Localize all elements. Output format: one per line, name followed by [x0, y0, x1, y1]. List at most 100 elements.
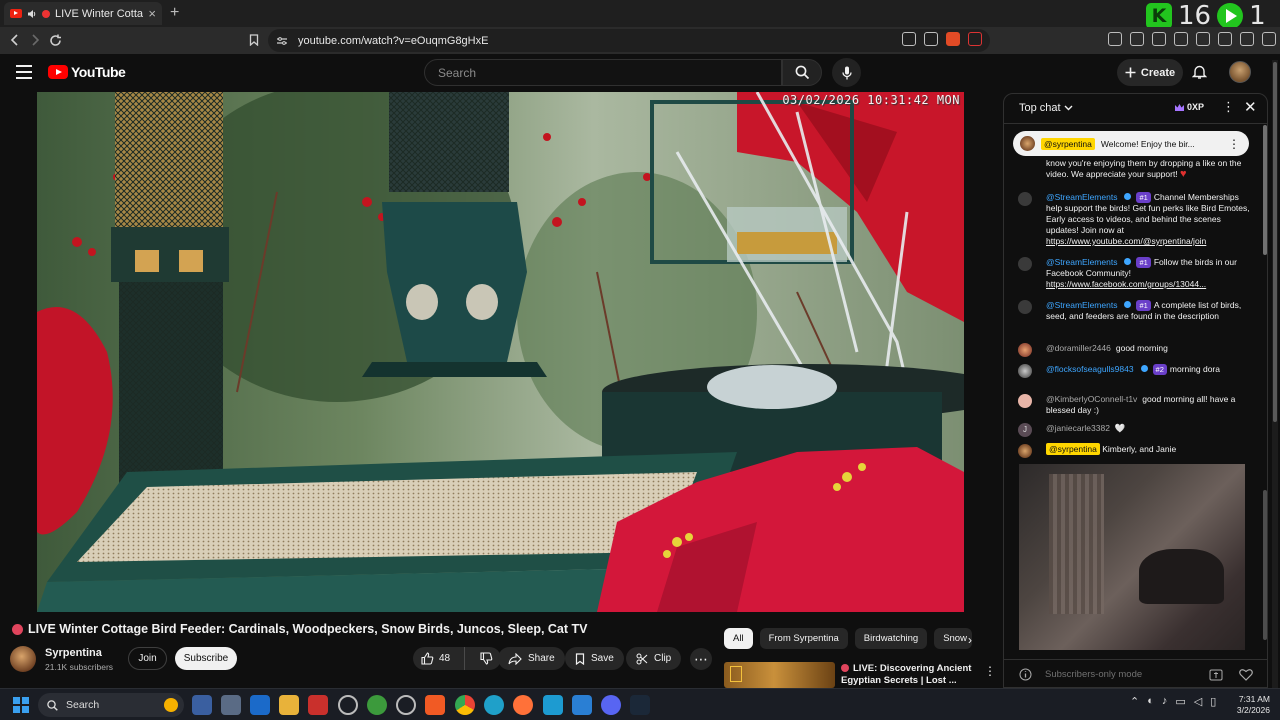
brave-browser-icon[interactable]	[425, 695, 445, 715]
vscode-icon[interactable]	[572, 695, 592, 715]
app-icon-copilot[interactable]	[192, 695, 212, 715]
message-author[interactable]: @StreamElements	[1046, 300, 1117, 310]
taskbar-clock[interactable]: 7:31 AM 3/2/2026	[1230, 694, 1270, 716]
share-button[interactable]: Share	[498, 647, 565, 670]
message-author[interactable]: @StreamElements	[1046, 192, 1117, 202]
hamburger-menu-icon[interactable]	[16, 65, 32, 79]
clip-button[interactable]: Clip	[626, 647, 682, 670]
site-info-icon[interactable]	[276, 36, 288, 46]
chat-mode-dropdown[interactable]: Top chat	[1019, 102, 1073, 114]
search-input[interactable]: Search	[424, 59, 782, 86]
app-icon-news[interactable]	[308, 695, 328, 715]
message-author[interactable]: @doramiller2446	[1046, 343, 1111, 353]
create-button[interactable]: Create	[1117, 59, 1183, 86]
rewards-icon[interactable]	[968, 32, 982, 46]
wallet-icon[interactable]	[1196, 32, 1210, 46]
recommended-video[interactable]: LIVE: Discovering Ancient Egyptian Secre…	[724, 662, 996, 688]
chip-from-channel[interactable]: From Syrpentina	[759, 628, 848, 649]
chip-birdwatching[interactable]: Birdwatching	[854, 628, 928, 649]
reload-icon[interactable]	[46, 31, 64, 49]
extensions-icon[interactable]	[1108, 32, 1122, 46]
browser-tab[interactable]: LIVE Winter Cottage Bird F ×	[4, 2, 162, 25]
channel-name[interactable]: Syrpentina	[45, 647, 102, 659]
app-icon-clock[interactable]	[338, 695, 358, 715]
owner-avatar[interactable]	[1018, 444, 1032, 458]
chat-scrollbar-lower[interactable]	[1263, 490, 1267, 640]
more-actions-button[interactable]: ⋯	[690, 648, 712, 670]
chip-all[interactable]: All	[724, 628, 753, 649]
recommended-menu-icon[interactable]: ⋮	[984, 664, 996, 678]
tray-chevron-icon[interactable]: ⌃	[1130, 695, 1139, 708]
message-author[interactable]: @StreamElements	[1046, 257, 1117, 267]
streamelements-avatar[interactable]	[1018, 300, 1032, 314]
chip-snow[interactable]: Snow	[934, 628, 973, 649]
heart-outline-icon[interactable]	[1239, 668, 1253, 681]
new-tab-button[interactable]: +	[170, 4, 179, 22]
search-button[interactable]	[782, 59, 822, 86]
video-player[interactable]: 03/02/2026 10:31:42 MON	[37, 92, 964, 612]
notifications-bell-icon[interactable]	[1192, 64, 1207, 80]
save-button[interactable]: Save	[565, 647, 624, 670]
pinned-menu-icon[interactable]: ⋮	[1228, 137, 1249, 151]
app-icon-cyan[interactable]	[543, 695, 563, 715]
menu-icon[interactable]	[1262, 32, 1276, 46]
volume-icon[interactable]: ◁	[1194, 695, 1202, 708]
chat-scrollbar-thumb[interactable]	[1263, 125, 1267, 255]
tray-mic-icon[interactable]: ♪	[1162, 695, 1168, 708]
account-avatar[interactable]	[1229, 61, 1251, 83]
page-scrollbar-thumb[interactable]	[1273, 62, 1277, 422]
like-button[interactable]: 48	[413, 647, 466, 670]
share-page-icon[interactable]	[924, 32, 938, 46]
voice-search-button[interactable]	[832, 58, 861, 87]
chrome-icon[interactable]	[455, 695, 475, 715]
recommended-thumbnail[interactable]	[724, 662, 835, 688]
firefox-icon[interactable]	[513, 695, 533, 715]
network-icon[interactable]: ▭	[1175, 695, 1185, 708]
tray-app-icon[interactable]: ◐	[1147, 695, 1154, 708]
user-avatar[interactable]: J	[1018, 423, 1032, 437]
vpn-icon[interactable]	[1240, 32, 1254, 46]
taskbar-search[interactable]: Search	[38, 693, 184, 717]
message-link[interactable]: https://www.facebook.com/groups/13044...	[1046, 279, 1206, 289]
message-author[interactable]: @flocksofseagulls9843	[1046, 364, 1134, 374]
app-icon-green[interactable]	[367, 695, 387, 715]
message-link[interactable]: https://www.youtube.com/@syrpentina/join	[1046, 236, 1206, 246]
user-avatar[interactable]	[1018, 364, 1032, 378]
leo-icon[interactable]	[1218, 32, 1232, 46]
pinned-message[interactable]: @syrpentina Welcome! Enjoy the bir... ⋮	[1013, 131, 1249, 156]
steam-icon[interactable]	[630, 695, 650, 715]
app-icon-remote[interactable]	[250, 695, 270, 715]
music-icon[interactable]	[1152, 32, 1166, 46]
close-tab-icon[interactable]: ×	[148, 6, 156, 21]
xp-badge[interactable]: 0XP	[1174, 102, 1204, 112]
chat-more-icon[interactable]: ⋮	[1222, 99, 1235, 115]
sidebar-icon[interactable]	[1174, 32, 1188, 46]
join-button[interactable]: Join	[128, 647, 167, 670]
info-icon[interactable]	[1019, 668, 1032, 681]
super-chat-icon[interactable]	[1209, 669, 1223, 681]
edge-icon[interactable]	[484, 695, 504, 715]
app-icon-gear[interactable]	[396, 695, 416, 715]
chips-next-icon[interactable]: ›	[968, 633, 972, 647]
user-avatar[interactable]	[1018, 343, 1032, 357]
app-icon-widgets[interactable]	[221, 695, 241, 715]
dislike-button[interactable]	[471, 652, 501, 665]
message-author[interactable]: @KimberlyOConnell-t1v	[1046, 394, 1137, 404]
file-explorer-icon[interactable]	[279, 695, 299, 715]
youtube-logo[interactable]: YouTube	[48, 64, 126, 80]
url-field[interactable]: youtube.com/watch?v=eOuqmG8gHxE	[268, 29, 990, 52]
message-author[interactable]: @syrpentina	[1046, 443, 1100, 455]
user-avatar[interactable]	[1018, 394, 1032, 408]
brave-shields-icon[interactable]	[946, 32, 960, 46]
battery-icon[interactable]: ▯	[1210, 695, 1216, 708]
speaker-icon[interactable]	[27, 9, 37, 19]
subscribe-button[interactable]: Subscribe	[175, 647, 237, 670]
bookmark-icon[interactable]	[245, 31, 263, 49]
channel-avatar[interactable]	[10, 646, 36, 672]
forward-icon[interactable]	[26, 31, 44, 49]
streamelements-avatar[interactable]	[1018, 192, 1032, 206]
streamelements-avatar[interactable]	[1018, 257, 1032, 271]
windows-start-icon[interactable]	[13, 697, 29, 713]
back-icon[interactable]	[6, 31, 24, 49]
tab-search-icon[interactable]	[1130, 32, 1144, 46]
